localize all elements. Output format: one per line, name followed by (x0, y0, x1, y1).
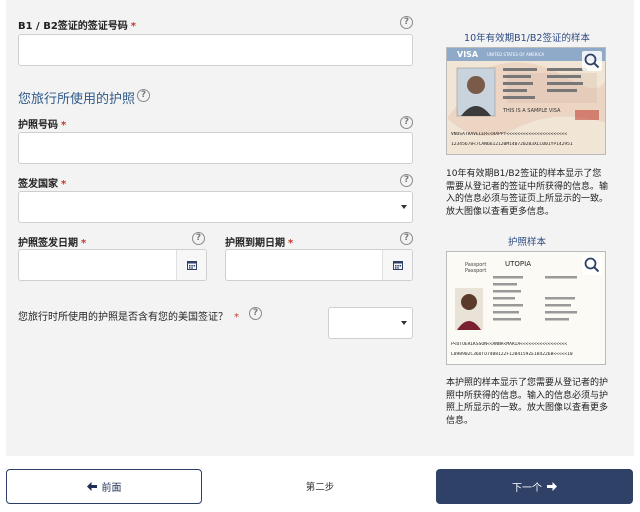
visa-sample-annotation: THIS IS A SAMPLE VISA (503, 108, 561, 114)
calendar-icon (393, 261, 403, 270)
next-button[interactable]: 下一个 (436, 469, 633, 504)
passport-header: Passport Passport (465, 262, 486, 274)
zoom-button[interactable] (582, 255, 602, 275)
passport-header-line-2: Passport (465, 268, 487, 274)
required-mark: * (61, 179, 67, 190)
required-mark: * (130, 21, 137, 32)
required-mark: * (234, 312, 239, 323)
visa-number-input[interactable] (18, 34, 413, 66)
help-icon[interactable]: ? (137, 89, 150, 102)
calendar-button[interactable] (176, 250, 206, 280)
help-icon[interactable]: ? (400, 232, 413, 245)
chevron-down-icon (401, 205, 407, 209)
visa-sample-title: 10年有效期B1/B2签证的样本 (464, 33, 590, 44)
visa-in-passport-select[interactable] (328, 307, 413, 339)
step-indicator: 第二步 (305, 482, 335, 493)
issue-date-label: 护照签发日期 * (18, 238, 87, 249)
zoom-button[interactable] (582, 51, 602, 71)
passport-number-input[interactable] (18, 132, 413, 164)
calendar-button[interactable] (382, 250, 412, 280)
calendar-icon (187, 261, 197, 270)
passport-sample-title: 护照样本 (507, 237, 546, 248)
issuing-country-select[interactable] (18, 191, 413, 223)
help-icon[interactable]: ? (400, 116, 413, 129)
visa-number-label: B1 / B2签证的签证号码 * (18, 21, 137, 32)
required-mark: * (61, 120, 67, 131)
issue-date-input[interactable] (18, 249, 207, 281)
expiry-date-label: 护照到期日期 * (225, 238, 294, 249)
required-mark: * (81, 238, 87, 249)
passport-number-label: 护照号码 * (18, 120, 67, 131)
back-button[interactable]: 前面 (6, 469, 202, 504)
help-icon[interactable]: ? (400, 174, 413, 187)
visa-mrz-line-1: VNUSATRAVELER<<HAPPY<<<<<<<<<<<<<<<<<<<<… (451, 132, 568, 137)
issuing-country-label: 签发国家 * (18, 179, 67, 190)
help-icon[interactable]: ? (192, 232, 205, 245)
arrow-left-icon (86, 482, 97, 491)
passport-section-title: 您旅行所使用的护照 (18, 92, 136, 107)
visa-mrz-line-2: 12345678<7CAN6612120M1407202B3XLC001YP14… (451, 142, 573, 147)
expiry-date-input[interactable] (225, 249, 413, 281)
passport-sample-image[interactable]: Passport Passport UTOPIA P<UTOERIKSSON<<… (446, 251, 606, 365)
passport-mrz-line-2: L898902C36UTO7408122F1204159ZE184226B<<<… (451, 352, 573, 357)
passport-mrz-line-1: P<UTOERIKSSON<<ANNA<MARIA<<<<<<<<<<<<<<<… (451, 342, 568, 347)
passport-country: UTOPIA (505, 260, 531, 268)
search-icon (584, 257, 600, 273)
help-icon[interactable]: ? (249, 307, 262, 320)
passport-sample-description: 本护照的样本显示了您需要从登记者的护照中所获得的信息。输入的信息必须与护照上所显… (446, 378, 609, 426)
visa-header: VISA (457, 50, 479, 59)
visa-in-passport-question: 您旅行时所使用的护照是否含有您的美国签证？ * (18, 312, 239, 323)
search-icon (584, 53, 600, 69)
help-icon[interactable]: ? (400, 16, 413, 29)
visa-sample-description: 10年有效期B1/B2签证的样本显示了您需要从登记者的签证中所获得的信息。输入的… (446, 169, 609, 217)
required-mark: * (288, 238, 294, 249)
visa-sample-image[interactable]: VISA UNITED STATES OF AMERICA THIS IS A … (446, 47, 606, 155)
arrow-right-icon (547, 482, 557, 491)
back-button-label: 前面 (101, 483, 122, 494)
next-button-label: 下一个 (512, 483, 542, 494)
chevron-down-icon (401, 321, 407, 325)
